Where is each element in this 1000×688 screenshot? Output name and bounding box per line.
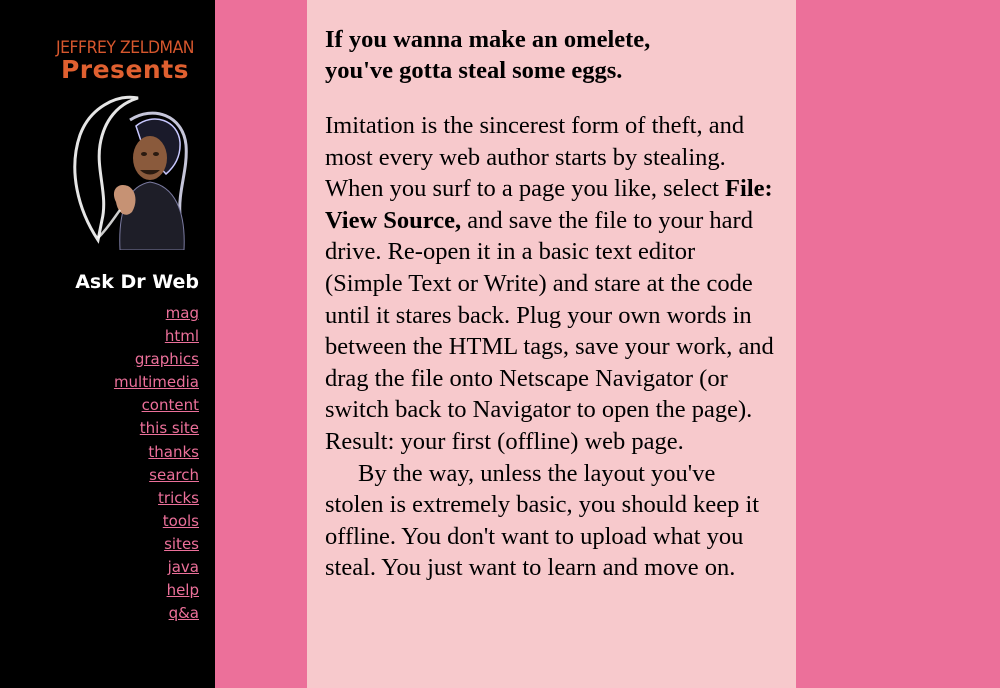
paragraph-1-text-start: Imitation is the sincerest form of theft… xyxy=(325,112,745,203)
nav-link-html[interactable]: html xyxy=(165,327,199,345)
nav-item-thanks: thanks xyxy=(114,442,199,465)
portrait-image xyxy=(73,95,188,250)
nav-item-multimedia: multimedia xyxy=(114,372,199,395)
article-body: If you wanna make an omelete, you've got… xyxy=(307,0,796,584)
article-paragraph-1: Imitation is the sincerest form of theft… xyxy=(325,110,778,458)
nav-link-thanks[interactable]: thanks xyxy=(148,443,199,461)
sidebar-nav: mag html graphics multimedia content thi… xyxy=(114,303,199,626)
nav-link-multimedia[interactable]: multimedia xyxy=(114,373,199,391)
headline-line-1: If you wanna make an omelete, xyxy=(325,26,651,53)
nav-link-mag[interactable]: mag xyxy=(166,304,199,322)
nav-link-tricks[interactable]: tricks xyxy=(158,489,199,507)
article-paragraph-2: By the way, unless the layout you've sto… xyxy=(325,459,760,582)
nav-item-html: html xyxy=(114,326,199,349)
nav-link-search[interactable]: search xyxy=(149,466,199,484)
article-panel: If you wanna make an omelete, you've got… xyxy=(307,0,796,688)
nav-link-java[interactable]: java xyxy=(168,558,199,576)
nav-item-content: content xyxy=(114,395,199,418)
nav-item-this-site: this site xyxy=(114,418,199,441)
nav-link-graphics[interactable]: graphics xyxy=(135,350,199,368)
logo-name: JEFFREY ZELDMAN xyxy=(55,38,195,58)
nav-item-sites: sites xyxy=(114,534,199,557)
nav-link-sites[interactable]: sites xyxy=(164,535,199,553)
nav-item-java: java xyxy=(114,557,199,580)
nav-item-graphics: graphics xyxy=(114,349,199,372)
nav-item-search: search xyxy=(114,465,199,488)
paragraph-1-text-end: and save the file to your hard drive. Re… xyxy=(325,206,774,455)
nav-item-tricks: tricks xyxy=(114,488,199,511)
nav-link-this-site[interactable]: this site xyxy=(140,419,199,437)
section-title: Ask Dr Web xyxy=(75,271,199,293)
article-headline: If you wanna make an omelete, you've got… xyxy=(325,24,778,86)
nav-item-help: help xyxy=(114,580,199,603)
nav-link-content[interactable]: content xyxy=(142,396,199,414)
nav-link-help[interactable]: help xyxy=(167,581,199,599)
logo-presents: Presents xyxy=(60,55,190,84)
nav-item-tools: tools xyxy=(114,511,199,534)
sidebar: JEFFREY ZELDMAN Presents Ask Dr Web mag … xyxy=(0,0,215,688)
nav-link-tools[interactable]: tools xyxy=(163,512,199,530)
nav-item-mag: mag xyxy=(114,303,199,326)
nav-link-q-and-a[interactable]: q&a xyxy=(169,604,199,622)
site-logo[interactable]: JEFFREY ZELDMAN Presents xyxy=(40,38,210,82)
nav-item-q-and-a: q&a xyxy=(114,603,199,626)
headline-line-2: you've gotta steal some eggs. xyxy=(325,57,623,84)
